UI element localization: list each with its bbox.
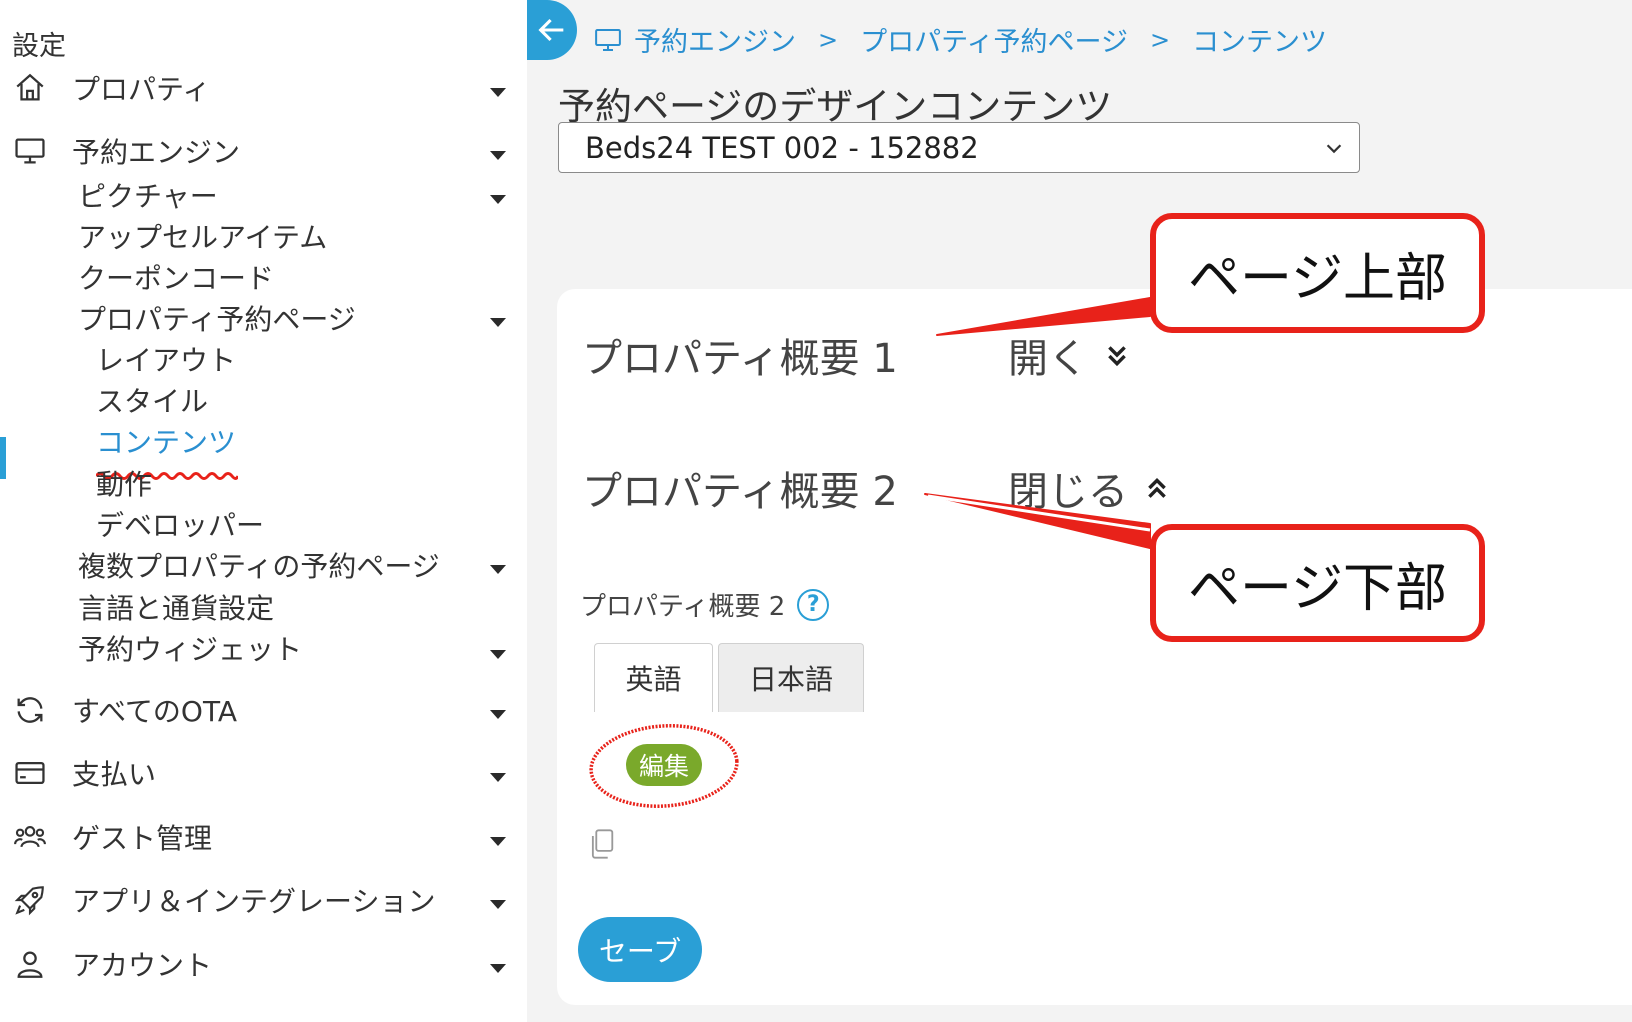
chevron-down-icon[interactable] <box>490 773 506 782</box>
chevron-down-icon[interactable] <box>490 900 506 909</box>
sidebar-item-account[interactable]: アカウント <box>12 944 212 984</box>
chevron-down-icon[interactable] <box>490 650 506 659</box>
sync-icon <box>12 694 48 726</box>
arrow-left-icon <box>538 18 564 42</box>
chevron-down-icon[interactable] <box>490 837 506 846</box>
help-icon[interactable]: ? <box>797 588 830 621</box>
sidebar-item-label: 支払い <box>72 758 157 791</box>
annotation-callout-bottom: ページ下部 <box>1150 524 1485 642</box>
double-chevron-down-icon <box>1108 346 1126 367</box>
chevron-down-icon[interactable] <box>490 710 506 719</box>
section-toggle-open[interactable]: 開く <box>1008 326 1130 384</box>
sidebar-subitem-widget[interactable]: 予約ウィジェット <box>78 628 302 668</box>
double-chevron-up-icon <box>1148 477 1166 498</box>
sidebar-item-label: ゲスト管理 <box>72 822 213 855</box>
sidebar-subitem-developer[interactable]: デベロッパー <box>96 504 264 544</box>
edit-button[interactable]: 編集 <box>626 744 702 786</box>
sidebar-subitem-booking-page[interactable]: プロパティ予約ページ <box>78 298 356 338</box>
sidebar-subitem-style[interactable]: スタイル <box>96 380 208 420</box>
sidebar-subitem-language-currency[interactable]: 言語と通貨設定 <box>78 587 274 627</box>
property-select-value: Beds24 TEST 002 - 152882 <box>585 130 979 165</box>
section-title: プロパティ概要 2 <box>582 469 898 515</box>
chevron-down-icon[interactable] <box>490 964 506 973</box>
chevron-down-icon[interactable] <box>490 88 506 97</box>
breadcrumb: 予約エンジン > プロパティ予約ページ > コンテンツ <box>592 20 1327 59</box>
settings-sidebar: 設定 プロパティ 予約エンジン ピクチャー アップセルアイテム クーポンコード … <box>0 0 527 1022</box>
breadcrumb-item[interactable]: 予約エンジン <box>634 20 796 59</box>
sidebar-item-label: アプリ＆インテグレーション <box>72 885 436 918</box>
sidebar-subitem-content[interactable]: コンテンツ <box>96 421 236 461</box>
monitor-icon <box>12 135 48 167</box>
breadcrumb-item[interactable]: プロパティ予約ページ <box>860 20 1128 59</box>
chevron-down-icon[interactable] <box>490 565 506 574</box>
field-label-text: プロパティ概要 2 <box>580 592 786 622</box>
property-select[interactable]: Beds24 TEST 002 - 152882 <box>558 122 1360 173</box>
users-icon <box>12 821 48 853</box>
sidebar-subitem-behavior[interactable]: 動作 <box>96 463 152 503</box>
sidebar-subitem-multi-property[interactable]: 複数プロパティの予約ページ <box>78 545 440 585</box>
chevron-down-icon[interactable] <box>490 318 506 327</box>
sidebar-title: 設定 <box>12 31 66 62</box>
chevron-down-icon <box>1326 144 1342 154</box>
copy-icon[interactable] <box>588 828 616 860</box>
sidebar-item-booking-engine[interactable]: 予約エンジン <box>12 131 240 171</box>
sidebar-item-payment[interactable]: 支払い <box>12 753 156 793</box>
sidebar-item-label: プロパティ <box>72 73 211 106</box>
section-title: プロパティ概要 1 <box>582 336 898 382</box>
sidebar-subitem-coupon[interactable]: クーポンコード <box>78 257 274 297</box>
rocket-icon <box>12 884 48 916</box>
sidebar-item-label: アカウント <box>72 949 213 982</box>
breadcrumb-separator: > <box>818 25 839 54</box>
breadcrumb-item[interactable]: コンテンツ <box>1192 20 1327 59</box>
home-icon <box>12 72 48 104</box>
sidebar-item-label: 予約エンジン <box>72 136 241 169</box>
sidebar-subitem-layout[interactable]: レイアウト <box>96 339 236 379</box>
save-button[interactable]: セーブ <box>578 917 702 982</box>
sidebar-item-apps[interactable]: アプリ＆インテグレーション <box>12 880 435 920</box>
sidebar-subitem-upsell[interactable]: アップセルアイテム <box>78 216 327 256</box>
tab-japanese[interactable]: 日本語 <box>718 643 864 712</box>
sidebar-item-label: すべてのOTA <box>72 695 238 728</box>
annotation-callout-top: ページ上部 <box>1150 213 1485 333</box>
field-label: プロパティ概要 2 ? <box>580 586 830 623</box>
sidebar-item-guest-management[interactable]: ゲスト管理 <box>12 817 212 857</box>
sidebar-subitem-pictures[interactable]: ピクチャー <box>78 175 218 215</box>
user-icon <box>12 948 48 980</box>
chevron-down-icon[interactable] <box>490 195 506 204</box>
active-indicator <box>0 437 6 479</box>
tab-english[interactable]: 英語 <box>594 643 713 712</box>
sidebar-item-property[interactable]: プロパティ <box>12 68 210 108</box>
breadcrumb-separator: > <box>1149 25 1171 54</box>
chevron-down-icon[interactable] <box>490 151 506 160</box>
sidebar-item-ota[interactable]: すべてのOTA <box>12 690 237 730</box>
section-toggle-close[interactable]: 閉じる <box>1008 459 1170 517</box>
monitor-icon <box>595 28 621 51</box>
toggle-label: 閉じる <box>1008 469 1128 515</box>
credit-card-icon <box>12 757 48 789</box>
toggle-label: 開く <box>1008 336 1088 382</box>
